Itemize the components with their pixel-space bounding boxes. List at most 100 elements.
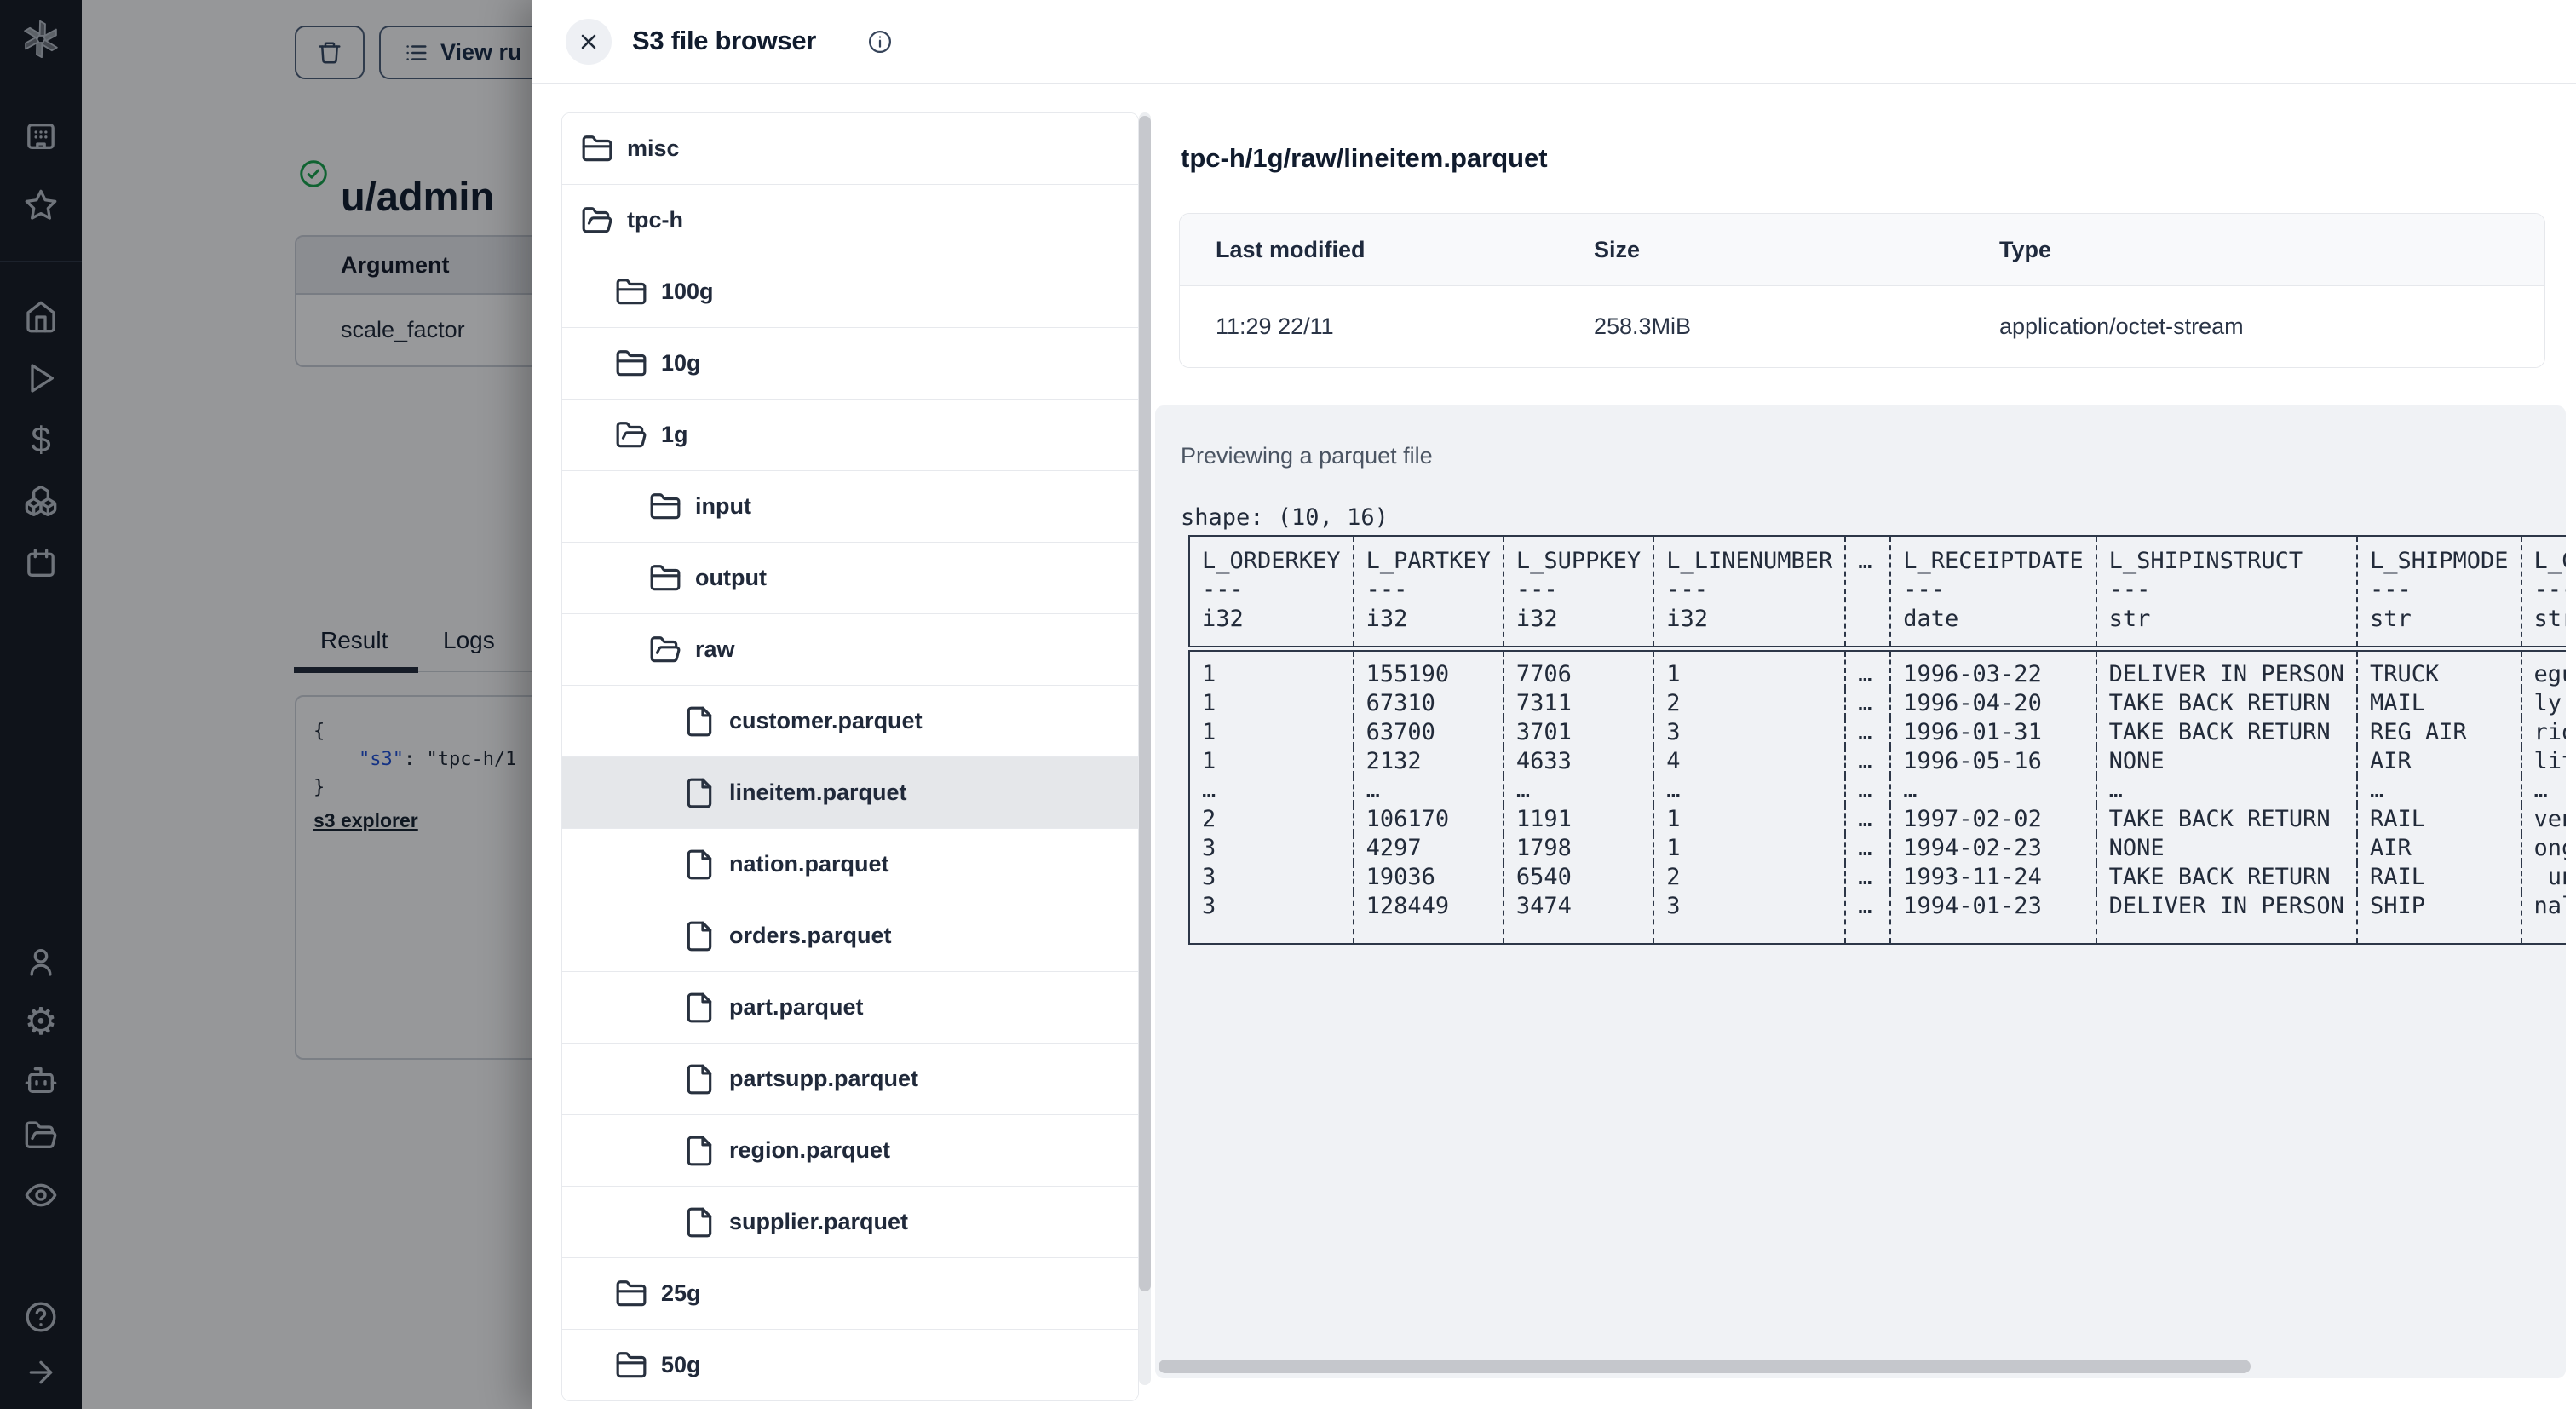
table-cell: TAKE BACK RETURN	[2095, 689, 2357, 718]
table-cell: 3701	[1502, 718, 1654, 747]
table-cell: 4297	[1352, 834, 1504, 863]
table-cell: …	[1352, 776, 1504, 805]
tree-item-input[interactable]: input	[562, 471, 1138, 543]
tree-item-nation-parquet[interactable]: nation.parquet	[562, 829, 1138, 900]
table-cell: 106170	[1352, 805, 1504, 834]
modal-overlay[interactable]	[0, 0, 532, 1409]
table-cell: …	[1502, 776, 1654, 805]
tree-item-label: input	[695, 493, 751, 519]
table-cell: 3	[1653, 892, 1846, 944]
table-cell: TAKE BACK RETURN	[2095, 805, 2357, 834]
meta-value-last-modified: 11:29 22/11	[1216, 313, 1334, 339]
tree-item-supplier-parquet[interactable]: supplier.parquet	[562, 1187, 1138, 1258]
table-cell: 4633	[1502, 747, 1654, 776]
tree-item-label: output	[695, 565, 767, 590]
horizontal-scrollbar-thumb[interactable]	[1159, 1360, 2251, 1373]
tree-item-1g[interactable]: 1g	[562, 400, 1138, 471]
tree-item-10g[interactable]: 10g	[562, 328, 1138, 400]
table-cell: TAKE BACK RETURN	[2095, 863, 2357, 892]
meta-header-type: Type	[1999, 237, 2052, 262]
tree-item-label: misc	[627, 135, 680, 161]
table-cell: ongs	[2520, 834, 2566, 863]
table-cell: 1996-04-20	[1889, 689, 2096, 718]
table-row: 1 213246334…1996-05-16NONEAIRlite	[1189, 747, 2566, 776]
tree-item-lineitem-parquet[interactable]: lineitem.parquet	[562, 757, 1138, 829]
table-cell: 19036	[1352, 863, 1504, 892]
close-icon	[581, 34, 596, 49]
tree-item-raw[interactable]: raw	[562, 614, 1138, 686]
tree-item-50g[interactable]: 50g	[562, 1330, 1138, 1400]
tree-item-part-parquet[interactable]: part.parquet	[562, 972, 1138, 1044]
meta-header-size: Size	[1594, 237, 1641, 262]
table-cell: …	[1653, 776, 1846, 805]
table-cell: 1993-11-24	[1889, 863, 2096, 892]
table-cell: SHIP	[2355, 892, 2521, 944]
table-cell: 1996-05-16	[1889, 747, 2096, 776]
close-button[interactable]	[566, 19, 612, 65]
column-header-L_ORDERKEY: L_ORDERKEY --- i32	[1189, 536, 1354, 652]
table-row: 3 19036 6540 2… 1993-11-24 TAKE BACK RETURN RA…	[1189, 863, 2566, 892]
folder-icon	[616, 278, 647, 304]
table-cell: 7311	[1502, 689, 1654, 718]
tree-item-25g[interactable]: 25g	[562, 1258, 1138, 1330]
shape-text: shape: (10, 16)	[1181, 504, 1389, 531]
table-cell: …	[1844, 834, 1891, 863]
folder-icon	[616, 1351, 647, 1377]
modal-header: S3 file browser	[532, 0, 2576, 84]
tree-item-label: 25g	[661, 1280, 701, 1306]
tree-item-100g[interactable]: 100g	[562, 256, 1138, 328]
table-cell: egul	[2520, 648, 2566, 689]
column-header-…: …	[1844, 536, 1891, 652]
table-cell: …	[1844, 689, 1891, 718]
tree-item-region-parquet[interactable]: region.parquet	[562, 1115, 1138, 1187]
table-cell: …	[2355, 776, 2521, 805]
tree-item-label: nation.parquet	[729, 851, 889, 877]
table-cell: …	[1844, 863, 1891, 892]
file-icon	[687, 778, 712, 808]
table-cell: 3	[1202, 864, 1216, 890]
table-cell: …	[1844, 747, 1891, 776]
tree-item-misc[interactable]: misc	[562, 113, 1138, 185]
table-cell: …	[1889, 776, 2096, 805]
file-icon	[687, 1064, 712, 1094]
tree-item-label: supplier.parquet	[729, 1209, 909, 1234]
table-cell: 155190	[1352, 648, 1504, 689]
tree-item-partsupp-parquet[interactable]: partsupp.parquet	[562, 1044, 1138, 1115]
table-cell: 3	[1202, 893, 1216, 919]
parquet-table: L_ORDERKEY --- i32 L_PARTKEY --- i32 L_SUPPKEY…	[1188, 535, 2566, 945]
tree-item-orders-parquet[interactable]: orders.parquet	[562, 900, 1138, 972]
meta-header-last-modified: Last modified	[1216, 237, 1366, 262]
table-cell: ly f	[2520, 689, 2566, 718]
s3-file-browser-modal: S3 file browser misc tpc-h 100g 10g 1g input o…	[532, 0, 2576, 1409]
tree-scrollbar[interactable]	[1139, 112, 1151, 1385]
table-row: 2 106170 1191 1… 1997-02-02 TAKE BACK RETURN R…	[1189, 805, 2566, 834]
file-meta-value-row: 11:29 22/11 258.3MiB application/octet-s…	[1180, 286, 2544, 367]
file-icon	[687, 921, 712, 951]
table-cell: 1	[1653, 834, 1846, 863]
file-icon	[687, 706, 712, 736]
info-button[interactable]	[867, 29, 893, 57]
table-cell: 3	[1653, 718, 1846, 747]
table-cell: 1	[1202, 690, 1216, 716]
file-icon	[687, 849, 712, 879]
info-icon	[869, 31, 891, 53]
app-root: $ ⚙ View ru u/admin Argument scale_facto…	[0, 0, 2576, 1409]
table-cell: 1798	[1502, 834, 1654, 863]
table-cell: REG AIR	[2355, 718, 2521, 747]
table-row: 1 67310 7311 2… 1996-04-20 TAKE BACK RETURN MA…	[1189, 689, 2566, 718]
tree-item-label: partsupp.parquet	[729, 1066, 919, 1091]
tree-item-output[interactable]: output	[562, 543, 1138, 614]
table-cell: 1	[1202, 661, 1216, 687]
meta-value-type: application/octet-stream	[1999, 313, 2244, 339]
tree-item-customer-parquet[interactable]: customer.parquet	[562, 686, 1138, 757]
tree-scrollbar-thumb[interactable]	[1139, 116, 1151, 1291]
tree-item-tpc-h[interactable]: tpc-h	[562, 185, 1138, 256]
table-cell: 1997-02-02	[1889, 805, 2096, 834]
table-cell: …	[2520, 776, 2566, 805]
table-cell: unu	[2520, 863, 2566, 892]
folder-icon	[650, 564, 681, 590]
table-cell: …	[1844, 892, 1891, 944]
table-cell: 1191	[1502, 805, 1654, 834]
table-cell: TRUCK	[2355, 648, 2521, 689]
folder-icon	[616, 349, 647, 376]
